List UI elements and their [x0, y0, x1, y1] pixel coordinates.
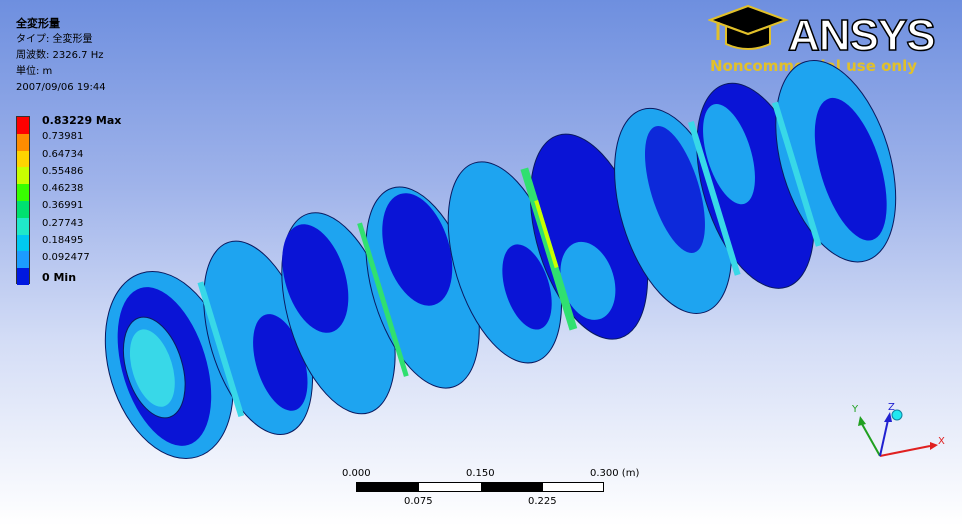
z-arrowhead-icon [884, 412, 892, 422]
coordinate-triad[interactable]: X Y Z [840, 398, 950, 470]
scale-bar: 0.000 0.150 0.300 (m) 0.075 0.225 [330, 466, 650, 522]
z-axis-arrow [879, 419, 889, 457]
x-axis-label: X [938, 436, 945, 447]
scale-segment [357, 483, 419, 491]
scale-label: 0.000 [342, 468, 371, 479]
y-arrowhead-icon [858, 416, 866, 426]
z-axis-label: Z [888, 402, 895, 413]
scale-label: 0.150 [466, 468, 495, 479]
scale-label: 0.075 [404, 496, 433, 507]
model-viewport[interactable] [0, 0, 962, 526]
x-axis-arrow [879, 445, 931, 457]
scale-bar-graphic [356, 482, 604, 492]
scale-label: 0.300 (m) [590, 468, 640, 479]
y-axis-label: Y [851, 404, 859, 415]
bellows-model[interactable] [81, 44, 919, 484]
x-arrowhead-icon [930, 442, 938, 450]
y-axis-arrow [861, 423, 881, 457]
scale-label: 0.225 [528, 496, 557, 507]
scale-segment [481, 483, 543, 491]
